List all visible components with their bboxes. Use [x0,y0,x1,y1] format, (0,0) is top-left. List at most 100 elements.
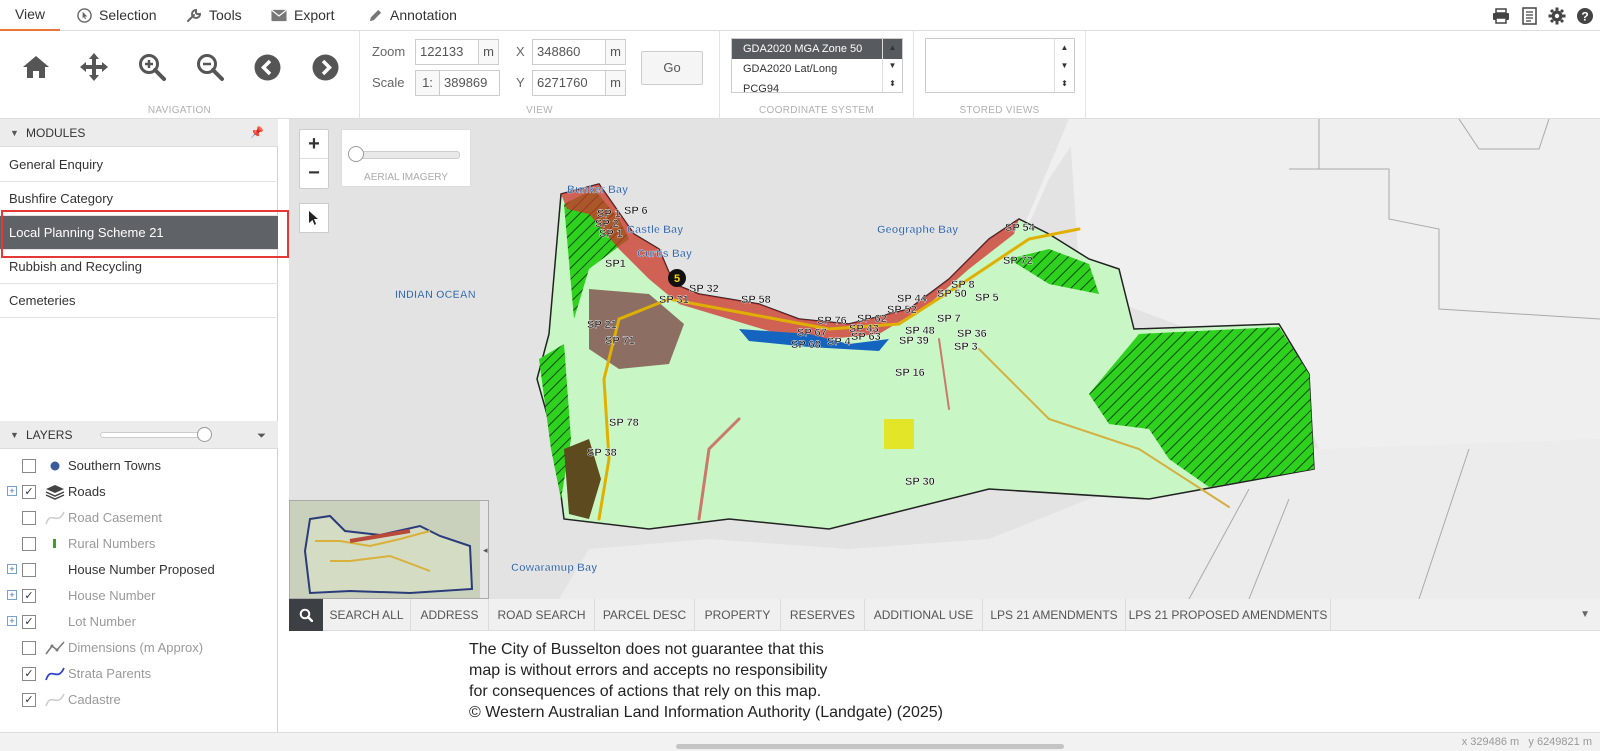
layer-opacity-slider[interactable] [100,432,212,438]
layer-row: + ✓ House Number [0,583,278,609]
zoom-in-button[interactable] [136,51,168,83]
map-canvas[interactable]: Bunker Bay Castle Bay Curtis Bay Geograp… [289,119,1600,599]
coord-option[interactable]: GDA2020 Lat/Long [732,59,902,79]
print-icon[interactable] [1492,7,1510,25]
layer-opacity-slider-knob[interactable] [197,427,212,442]
layers-header[interactable]: ▼ LAYERS ⏷ [0,421,278,449]
aerial-imagery-track[interactable] [354,151,460,159]
sp-label: SP 31 [659,294,689,306]
pin-icon[interactable]: 📌 [250,119,264,147]
layer-checkbox[interactable] [22,459,36,473]
zoom-input[interactable]: 122133 [415,39,479,65]
coord-option[interactable]: PCG94 [732,79,902,92]
place-label: Bunker Bay [567,184,629,196]
coord-list-scrollbar[interactable]: ▲ ▼ ⬍ [882,39,902,92]
modules-header-label: MODULES [26,126,86,140]
scroll-down-icon[interactable]: ▼ [1055,57,1074,75]
sp-label: SP 67 [797,327,827,339]
copyright-line: © Western Australian Land Information Au… [469,704,943,721]
pan-button[interactable] [78,51,110,83]
expand-plus-icon[interactable]: + [7,616,17,626]
aerial-imagery-knob[interactable] [348,146,364,162]
collapse-triangle-icon[interactable]: ▼ [10,421,19,449]
module-local-planning-scheme-21[interactable]: Local Planning Scheme 21 [0,216,278,250]
layer-checkbox[interactable] [22,537,36,551]
sp-label: SP 4 [827,336,852,348]
gear-icon[interactable] [1548,7,1566,25]
collapse-triangle-icon[interactable]: ▼ [10,119,19,147]
scroll-up-icon[interactable]: ▲ [883,39,902,57]
scroll-up-icon[interactable]: ▲ [1055,39,1074,57]
stored-list-scrollbar[interactable]: ▲ ▼ ⬍ [1054,39,1074,92]
zoom-out-button[interactable] [194,51,226,83]
expand-icon[interactable]: ⬍ [1055,75,1074,92]
document-icon[interactable] [1520,7,1538,25]
help-icon[interactable]: ? [1576,7,1594,25]
tab-lps-21-amendments[interactable]: LPS 21 AMENDMENTS [983,599,1126,631]
expand-plus-icon[interactable]: + [7,486,17,496]
tab-parcel-desc[interactable]: PARCEL DESC [595,599,695,631]
menu-export[interactable]: Export [271,0,334,31]
layer-checkbox[interactable] [22,511,36,525]
scroll-down-icon[interactable]: ▼ [883,57,902,75]
zoom-plus-button[interactable]: + [300,130,328,159]
tab-reserves[interactable]: RESERVES [781,599,865,631]
coord-option[interactable]: GDA2020 MGA Zone 50 [732,39,902,59]
layer-row: Southern Towns [0,453,278,479]
move-arrows-icon [80,53,108,81]
scale-input[interactable]: 389869 [439,70,500,96]
module-bushfire-category[interactable]: Bushfire Category [0,182,278,216]
layer-label: Southern Towns [68,458,161,473]
overview-map[interactable]: ◂ [289,500,489,599]
layer-checkbox[interactable]: ✓ [22,589,36,603]
layer-checkbox[interactable] [22,641,36,655]
forward-button[interactable] [309,51,341,83]
stored-views-list[interactable]: ▲ ▼ ⬍ [925,38,1075,93]
layer-row: Rural Numbers [0,531,278,557]
zoom-minus-button[interactable]: − [300,159,328,188]
layer-checkbox[interactable]: ✓ [22,615,36,629]
filter-icon[interactable]: ⏷ [257,422,266,450]
tab-road-search[interactable]: ROAD SEARCH [489,599,595,631]
layer-label: Rural Numbers [68,536,156,551]
menu-selection[interactable]: Selection [76,0,157,31]
select-tool-button[interactable] [299,203,329,233]
tab-lps-21-proposed-amendments[interactable]: LPS 21 PROPOSED AMENDMENTS [1126,599,1331,631]
modules-header[interactable]: ▼ MODULES 📌 [0,119,278,147]
tab-search-all[interactable]: SEARCH ALL [323,599,411,631]
expand-plus-icon[interactable]: + [7,564,17,574]
coordinate-system-list[interactable]: GDA2020 MGA Zone 50 GDA2020 Lat/Long PCG… [731,38,903,93]
layer-row: Dimensions (m Approx) [0,635,278,661]
chevron-down-icon[interactable]: ▼ [1580,599,1590,631]
menu-annotation[interactable]: Annotation [367,0,457,31]
sp-label: SP 21 [587,319,617,331]
back-button[interactable] [251,51,283,83]
pencil-icon [367,8,383,24]
tab-address[interactable]: ADDRESS [411,599,489,631]
layer-label: House Number Proposed [68,562,215,577]
menu-view[interactable]: View [0,0,60,31]
y-input[interactable]: 6271760 [532,70,606,96]
svg-text:◂: ◂ [483,545,488,555]
module-general-enquiry[interactable]: General Enquiry [0,148,278,182]
layer-checkbox[interactable] [22,563,36,577]
expand-plus-icon[interactable]: + [7,590,17,600]
layer-checkbox[interactable]: ✓ [22,693,36,707]
tab-property[interactable]: PROPERTY [695,599,781,631]
module-cemeteries[interactable]: Cemeteries [0,284,278,318]
zoom-unit: m [478,39,499,65]
sp-label: SP 32 [689,283,719,295]
layer-row: + House Number Proposed [0,557,278,583]
menu-tools[interactable]: Tools [186,0,242,31]
search-button[interactable] [289,599,323,631]
home-button[interactable] [20,51,52,83]
expand-icon[interactable]: ⬍ [883,75,902,92]
module-rubbish-and-recycling[interactable]: Rubbish and Recycling [0,250,278,284]
tab-additional-use[interactable]: ADDITIONAL USE [865,599,983,631]
horizontal-scrollbar[interactable] [676,744,1064,749]
go-button[interactable]: Go [641,51,703,85]
layer-checkbox[interactable]: ✓ [22,485,36,499]
x-input[interactable]: 348860 [532,39,606,65]
cursor-arrow-icon [309,211,318,225]
layer-checkbox[interactable]: ✓ [22,667,36,681]
